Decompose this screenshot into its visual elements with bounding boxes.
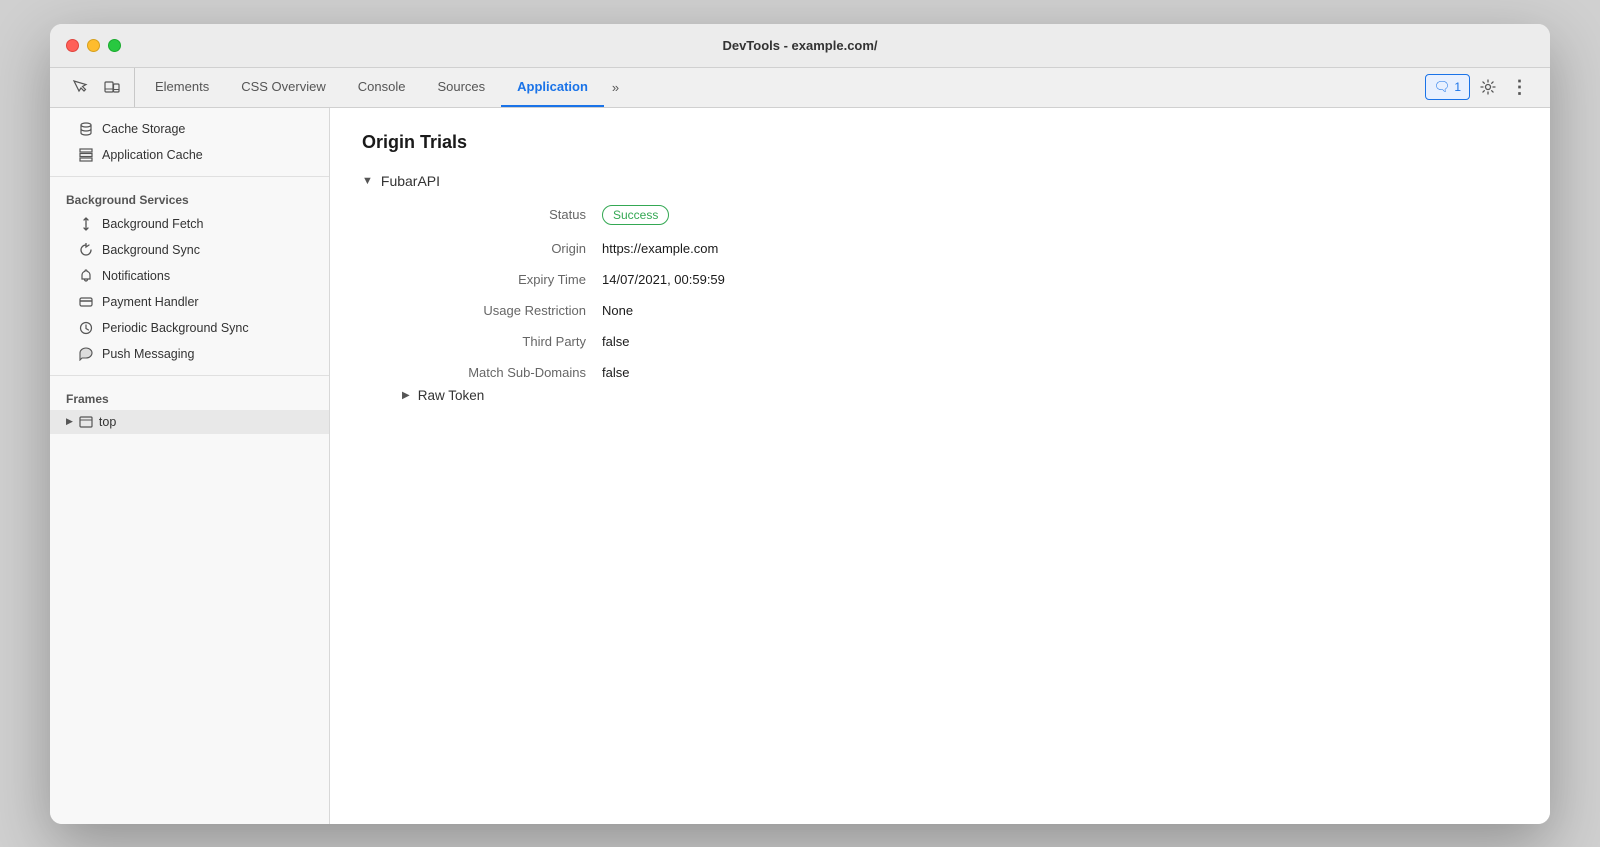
devtools-window: DevTools - example.com/ Elements (50, 24, 1550, 824)
inspect-element-icon[interactable] (66, 73, 94, 101)
sidebar-item-bg-sync[interactable]: Background Sync (50, 237, 329, 263)
issues-count: 1 (1454, 80, 1461, 94)
background-services-section: Background Services Background Fetch (50, 177, 329, 376)
periodic-sync-icon (78, 320, 94, 336)
match-subdomains-value: false (602, 365, 1518, 380)
collapse-triangle-icon: ▼ (362, 175, 373, 187)
bg-services-header: Background Services (50, 185, 329, 211)
expiry-label: Expiry Time (402, 272, 602, 287)
api-name-row[interactable]: ▼ FubarAPI (362, 173, 1518, 189)
main-area: Cache Storage Application Cache Backgrou (50, 108, 1550, 824)
payment-icon (78, 294, 94, 310)
frame-expand-icon: ▶ (66, 416, 73, 427)
notifications-label: Notifications (102, 269, 170, 283)
notifications-icon (78, 268, 94, 284)
raw-token-label: Raw Token (418, 388, 485, 403)
close-button[interactable] (66, 39, 79, 52)
tabbar: Elements CSS Overview Console Sources Ap… (50, 68, 1550, 108)
api-properties-grid: Status Success Origin https://example.co… (402, 205, 1518, 380)
frames-section: Frames ▶ top (50, 376, 329, 442)
origin-label: Origin (402, 241, 602, 256)
api-section: ▼ FubarAPI Status Success Origin https:/… (362, 173, 1518, 403)
more-tabs-button[interactable]: » (604, 68, 627, 107)
payment-handler-label: Payment Handler (102, 295, 199, 309)
frame-icon (79, 415, 93, 429)
maximize-button[interactable] (108, 39, 121, 52)
settings-button[interactable] (1474, 73, 1502, 101)
sidebar-item-top-frame[interactable]: ▶ top (50, 410, 329, 434)
cache-storage-icon (78, 121, 94, 137)
usage-restriction-label: Usage Restriction (402, 303, 602, 318)
frame-label: top (99, 415, 116, 429)
tab-sources[interactable]: Sources (421, 68, 501, 107)
match-subdomains-label: Match Sub-Domains (402, 365, 602, 380)
tab-right-tools: 🗨 1 ⋮ (1417, 68, 1542, 107)
titlebar: DevTools - example.com/ (50, 24, 1550, 68)
window-title: DevTools - example.com/ (722, 38, 877, 53)
tab-list: Elements CSS Overview Console Sources Ap… (139, 68, 1417, 107)
tab-console[interactable]: Console (342, 68, 422, 107)
issues-icon: 🗨 (1434, 79, 1451, 95)
storage-section: Cache Storage Application Cache (50, 108, 329, 177)
bg-fetch-icon (78, 216, 94, 232)
periodic-sync-label: Periodic Background Sync (102, 321, 249, 335)
raw-token-row[interactable]: ▶ Raw Token (402, 388, 1518, 403)
tab-css-overview[interactable]: CSS Overview (225, 68, 342, 107)
usage-restriction-value: None (602, 303, 1518, 318)
content-panel: Origin Trials ▼ FubarAPI Status Success … (330, 108, 1550, 824)
minimize-button[interactable] (87, 39, 100, 52)
bg-sync-label: Background Sync (102, 243, 200, 257)
sidebar-item-payment-handler[interactable]: Payment Handler (50, 289, 329, 315)
cache-storage-label: Cache Storage (102, 122, 185, 136)
third-party-label: Third Party (402, 334, 602, 349)
api-name: FubarAPI (381, 173, 440, 189)
sidebar-item-push-messaging[interactable]: Push Messaging (50, 341, 329, 367)
push-messaging-label: Push Messaging (102, 347, 194, 361)
status-value: Success (602, 205, 1518, 225)
tab-elements[interactable]: Elements (139, 68, 225, 107)
expiry-value: 14/07/2021, 00:59:59 (602, 272, 1518, 287)
raw-token-expand-icon: ▶ (402, 390, 410, 401)
sidebar-item-app-cache[interactable]: Application Cache (50, 142, 329, 168)
sidebar-item-notifications[interactable]: Notifications (50, 263, 329, 289)
page-title: Origin Trials (362, 132, 1518, 153)
device-toggle-icon[interactable] (98, 73, 126, 101)
push-icon (78, 346, 94, 362)
origin-value: https://example.com (602, 241, 1518, 256)
bg-fetch-label: Background Fetch (102, 217, 203, 231)
frames-header: Frames (50, 384, 329, 410)
tab-application[interactable]: Application (501, 68, 604, 107)
app-cache-icon (78, 147, 94, 163)
sidebar-item-cache-storage[interactable]: Cache Storage (50, 116, 329, 142)
status-label: Status (402, 205, 602, 225)
issues-badge-button[interactable]: 🗨 1 (1425, 74, 1470, 100)
app-cache-label: Application Cache (102, 148, 203, 162)
more-options-button[interactable]: ⋮ (1506, 73, 1534, 101)
sidebar-item-periodic-sync[interactable]: Periodic Background Sync (50, 315, 329, 341)
status-badge: Success (602, 205, 669, 225)
third-party-value: false (602, 334, 1518, 349)
sidebar-item-bg-fetch[interactable]: Background Fetch (50, 211, 329, 237)
devtools-tool-icons (58, 68, 135, 107)
bg-sync-icon (78, 242, 94, 258)
sidebar: Cache Storage Application Cache Backgrou (50, 108, 330, 824)
traffic-lights (66, 39, 121, 52)
